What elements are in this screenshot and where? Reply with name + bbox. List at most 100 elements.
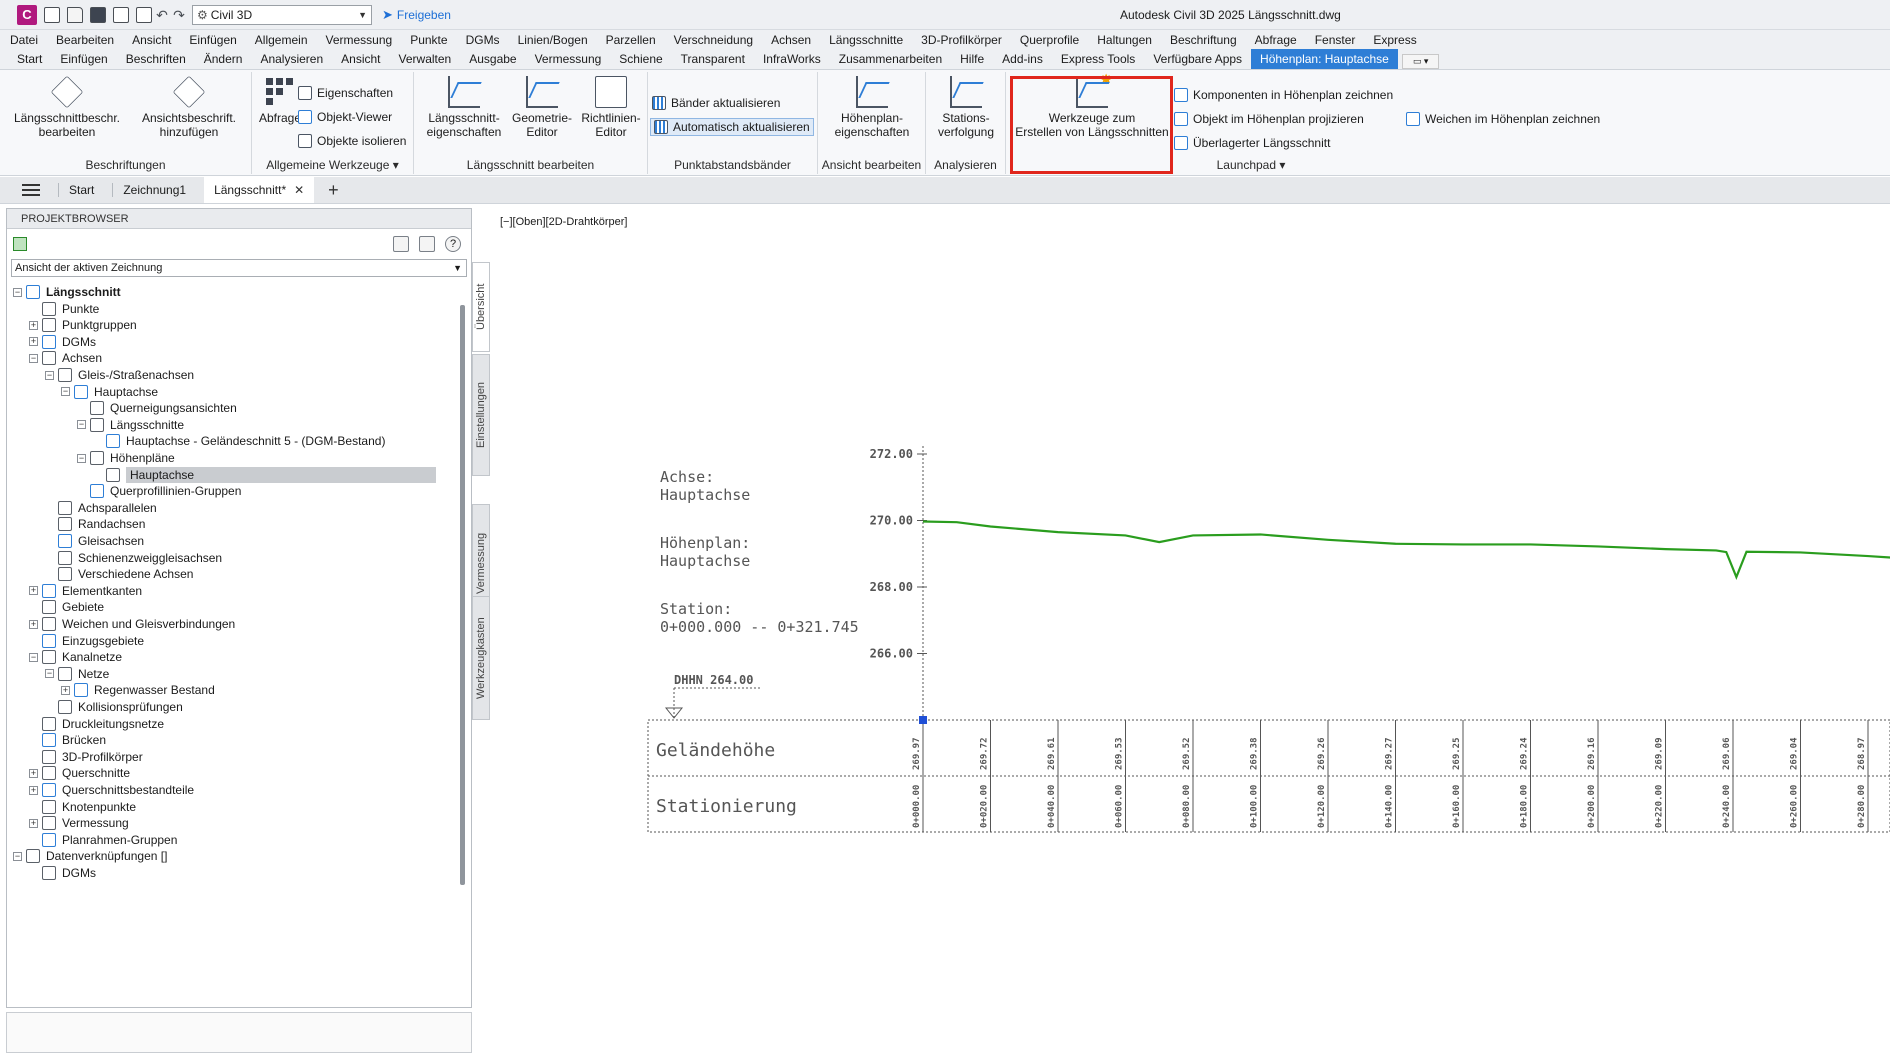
tree-item[interactable]: Randachsen <box>45 515 145 533</box>
auto-update-toggle[interactable]: Automatisch aktualisieren <box>650 118 814 136</box>
tree-item[interactable]: − Datenverknüpfungen [] <box>13 847 167 865</box>
ribbon-tab[interactable]: Einfügen <box>51 49 116 69</box>
menu-item[interactable]: Linien/Bogen <box>518 33 588 47</box>
new-file-icon[interactable] <box>44 6 60 23</box>
update-bands-button[interactable]: Bänder aktualisieren <box>652 96 780 110</box>
tree-item[interactable]: Achsparallelen <box>45 499 157 517</box>
tree-item[interactable]: Querprofillinien-Gruppen <box>77 482 241 500</box>
help-icon[interactable]: ? <box>445 236 461 252</box>
project-object-button[interactable]: Objekt im Höhenplan projizieren <box>1174 112 1364 126</box>
ribbon-tab[interactable]: Zusammenarbeiten <box>830 49 951 69</box>
tab-start[interactable]: Start <box>58 183 94 197</box>
tree-item[interactable]: + Vermessung <box>29 814 129 832</box>
ribbon-tab[interactable]: Verwalten <box>390 49 461 69</box>
ribbon-tab[interactable]: Add-ins <box>993 49 1052 69</box>
tree-item[interactable]: Brücken <box>29 731 106 749</box>
new-tab-button[interactable]: + <box>328 180 339 201</box>
expand-icon[interactable]: + <box>29 619 38 629</box>
ribbon-tab[interactable]: Hilfe <box>951 49 993 69</box>
ribbon-tab[interactable]: Ändern <box>195 49 252 69</box>
tree-item[interactable]: − Gleis-/Straßenachsen <box>45 366 194 384</box>
tree-item[interactable]: Querneigungsansichten <box>77 399 237 417</box>
tree-item[interactable]: Hauptachse <box>93 466 436 484</box>
draw-turnouts-button[interactable]: Weichen im Höhenplan zeichnen <box>1406 112 1600 126</box>
expand-icon[interactable]: + <box>29 768 38 778</box>
collapse-icon[interactable]: − <box>45 669 54 679</box>
side-tab-werkzeugkasten[interactable]: Werkzeugkasten <box>472 596 490 720</box>
app-logo-icon[interactable]: C <box>17 4 37 25</box>
share-button[interactable]: ➤ Freigeben <box>382 7 451 23</box>
profile-view-properties-button[interactable]: Höhenplan- eigenschaften <box>826 76 918 139</box>
tree-item[interactable]: Einzugsgebiete <box>29 632 144 650</box>
tree-item[interactable]: + Regenwasser Bestand <box>61 681 215 699</box>
menu-item[interactable]: Querprofile <box>1020 33 1079 47</box>
workspace-select[interactable]: ⚙ Civil 3D ▼ <box>192 4 372 25</box>
ribbon-tab[interactable]: Schiene <box>610 49 671 69</box>
expand-icon[interactable]: + <box>29 785 38 795</box>
ribbon-tab[interactable]: Vermessung <box>526 49 611 69</box>
tree-item[interactable]: + Elementkanten <box>29 582 142 600</box>
edit-profile-labels-button[interactable]: Längsschnittbeschr. bearbeiten <box>8 75 126 139</box>
tree-item[interactable]: Kollisionsprüfungen <box>45 698 183 716</box>
expand-icon[interactable]: + <box>29 818 38 828</box>
objekt-viewer-button[interactable]: Objekt-Viewer <box>298 110 392 124</box>
menu-item[interactable]: Verschneidung <box>674 33 753 47</box>
superimposed-profile-button[interactable]: Überlagerter Längsschnitt <box>1174 136 1330 150</box>
tree-item[interactable]: − Längsschnitt <box>13 283 121 301</box>
save-as-icon[interactable] <box>113 6 129 23</box>
close-icon[interactable]: ✕ <box>294 183 304 197</box>
expand-icon[interactable]: + <box>29 337 38 347</box>
abfrage-button[interactable]: Abfrage <box>256 76 304 125</box>
menu-item[interactable]: Haltungen <box>1097 33 1152 47</box>
menu-item[interactable]: Punkte <box>410 33 447 47</box>
menu-item[interactable]: Beschriftung <box>1170 33 1237 47</box>
ribbon-tab[interactable]: Beschriften <box>117 49 195 69</box>
print-icon[interactable] <box>136 6 152 23</box>
menu-item[interactable]: Längsschnitte <box>829 33 903 47</box>
ribbon-tab[interactable]: Transparent <box>672 49 754 69</box>
ribbon-tab[interactable]: Analysieren <box>251 49 332 69</box>
menu-item[interactable]: DGMs <box>466 33 500 47</box>
menu-icon[interactable] <box>22 184 40 196</box>
tree-item[interactable]: Punkte <box>29 300 99 318</box>
menu-item[interactable]: Express <box>1373 33 1416 47</box>
drawing-icon[interactable] <box>13 237 27 251</box>
menu-item[interactable]: Parzellen <box>606 33 656 47</box>
tree-item[interactable]: + Querschnitte <box>29 764 130 782</box>
tree-item[interactable]: Druckleitungsnetze <box>29 715 164 733</box>
collapse-icon[interactable]: − <box>77 453 86 463</box>
menu-item[interactable]: Allgemein <box>255 33 308 47</box>
side-tab-uebersicht[interactable]: Übersicht <box>472 262 490 352</box>
ribbon-options-icon[interactable]: ▭ ▾ <box>1401 54 1440 69</box>
design-check-editor-button[interactable]: Richtlinien- Editor <box>578 76 644 139</box>
tree-item[interactable]: − Höhenpläne <box>77 449 175 467</box>
expand-icon[interactable]: + <box>29 586 38 596</box>
menu-item[interactable]: Fenster <box>1315 33 1356 47</box>
tree-options-icon[interactable] <box>393 236 409 252</box>
tree-item[interactable]: − Hauptachse <box>61 383 158 401</box>
tab-zeichnung1[interactable]: Zeichnung1 <box>112 183 186 197</box>
tree-item[interactable]: − Längsschnitte <box>77 416 184 434</box>
eigenschaften-button[interactable]: Eigenschaften <box>298 86 393 100</box>
ribbon-tab[interactable]: Verfügbare Apps <box>1144 49 1251 69</box>
collapse-icon[interactable]: − <box>77 420 86 430</box>
tree-item[interactable]: + Querschnittsbestandteile <box>29 781 194 799</box>
tree-item[interactable]: − Netze <box>45 665 109 683</box>
tree-item[interactable]: + Punktgruppen <box>29 316 137 334</box>
collapse-icon[interactable]: − <box>45 370 54 380</box>
tree-item[interactable]: Hauptachse - Geländeschnitt 5 - (DGM-Bes… <box>93 432 385 450</box>
collapse-icon[interactable]: − <box>13 287 22 297</box>
tree-item[interactable]: Gebiete <box>29 598 104 616</box>
ribbon-tab[interactable]: Express Tools <box>1052 49 1144 69</box>
ribbon-tab[interactable]: Ansicht <box>332 49 389 69</box>
ribbon-tab[interactable]: InfraWorks <box>754 49 830 69</box>
side-tab-einstellungen[interactable]: Einstellungen <box>472 354 490 476</box>
panel-title[interactable]: Allgemeine Werkzeuge ▾ <box>252 158 413 172</box>
tree-item[interactable]: + DGMs <box>29 333 96 351</box>
station-tracker-button[interactable]: Stations- verfolgung <box>930 76 1002 139</box>
menu-item[interactable]: Bearbeiten <box>56 33 114 47</box>
tree-item[interactable]: Schienenzweiggleisachsen <box>45 549 222 567</box>
menu-item[interactable]: 3D-Profilkörper <box>921 33 1002 47</box>
tree-item[interactable]: − Achsen <box>29 349 102 367</box>
profile-properties-button[interactable]: Längsschnitt- eigenschaften <box>422 76 506 139</box>
